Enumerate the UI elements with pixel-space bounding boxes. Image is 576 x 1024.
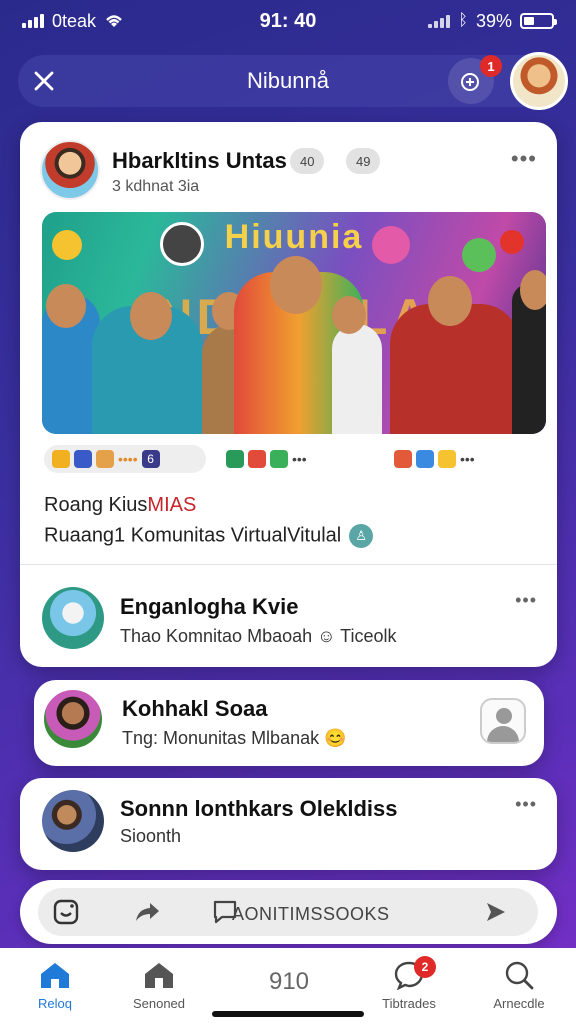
- signal-icon: [22, 14, 44, 28]
- store-icon: [145, 963, 173, 988]
- composer-placeholder[interactable]: AONITIMSSOOKS: [232, 904, 390, 925]
- tab-label: Reloq: [38, 996, 72, 1011]
- camera-icon: [53, 899, 79, 925]
- send-button[interactable]: [480, 896, 510, 928]
- tab-store[interactable]: Senoned: [104, 948, 214, 1024]
- divider: [20, 564, 557, 565]
- bluetooth-icon: ᛒ: [458, 12, 468, 29]
- row-avatar[interactable]: [42, 790, 104, 852]
- reaction-chip[interactable]: •••• 6: [44, 445, 206, 473]
- notification-icon: [461, 73, 479, 91]
- post-card: Hbarkltins Untas 40 49 ••• 3 kdhnat 3ia …: [20, 122, 557, 667]
- close-icon: [34, 71, 54, 91]
- search-icon: [505, 961, 534, 990]
- tab-home[interactable]: Reloq: [0, 948, 110, 1024]
- share-button[interactable]: [130, 896, 164, 928]
- section-subtitle-text: Ruaang1 Komunitas VirtualVitulal: [44, 524, 342, 547]
- user-placeholder-icon[interactable]: [480, 698, 526, 744]
- section-title-accent: MIAS: [147, 494, 197, 516]
- post-author[interactable]: Hbarkltins Untas: [112, 148, 287, 174]
- more-options-button[interactable]: •••: [515, 794, 537, 815]
- row-avatar[interactable]: [42, 587, 104, 649]
- send-icon: [487, 903, 505, 921]
- tab-label: Arnecdle: [493, 996, 545, 1011]
- tab-label: 910: [268, 968, 310, 995]
- clock: 91: 40: [259, 9, 317, 32]
- author-avatar[interactable]: [40, 140, 100, 200]
- section-subtitle: Ruaang1 Komunitas VirtualVitulal ♙: [44, 524, 374, 548]
- camera-button[interactable]: [50, 896, 82, 928]
- home-icon: [41, 963, 69, 988]
- battery-percent: 39%: [475, 10, 512, 31]
- list-card[interactable]: Kohhakl Soaa Tng: Monunitas Mlbanak 😊: [34, 680, 544, 766]
- verified-icon: ♙: [349, 524, 374, 548]
- reaction-chip[interactable]: •••: [218, 445, 315, 473]
- top-bar: Nibunnå 1: [18, 52, 568, 110]
- row-title[interactable]: Enganlogha Kvie: [120, 594, 298, 620]
- home-indicator: [212, 1011, 364, 1017]
- wifi-icon: [106, 15, 122, 27]
- tab-chat[interactable]: 2 Tibtrades: [354, 948, 464, 1024]
- section-title-main: Roang Kius: [44, 494, 148, 516]
- reaction-chip[interactable]: •••: [386, 445, 483, 473]
- tab-label: Tibtrades: [382, 996, 436, 1011]
- profile-avatar[interactable]: [510, 52, 568, 110]
- share-icon: [136, 903, 159, 921]
- status-bar: 0teak 91: 40 ᛒ 39%: [0, 0, 576, 42]
- cell-signal-icon: [428, 14, 451, 28]
- list-card[interactable]: Sonnn lonthkars Olekldiss ••• Sioonth: [20, 778, 557, 870]
- reaction-more: •••: [292, 451, 307, 467]
- tab-label: Senoned: [132, 996, 186, 1011]
- post-subtitle: 3 kdhnat 3ia: [112, 178, 200, 195]
- row-title[interactable]: Kohhakl Soaa: [122, 696, 267, 722]
- section-title: Roang KiusMIAS: [44, 494, 196, 517]
- notification-badge: 1: [480, 55, 502, 77]
- more-options-button[interactable]: •••: [515, 590, 537, 611]
- carrier-label: 0teak: [52, 10, 97, 31]
- tab-search[interactable]: Arnecdle: [464, 948, 574, 1024]
- close-button[interactable]: [18, 55, 70, 107]
- notifications-button[interactable]: 1: [448, 55, 502, 104]
- row-subtitle: Sioonth: [120, 826, 182, 846]
- battery-icon: [520, 13, 557, 29]
- reaction-count: 6: [141, 450, 160, 468]
- reaction-row: •••• 6 ••• •••: [42, 442, 546, 476]
- row-subtitle: Thao Komnitao Mbaoah ☺ Ticeolk: [120, 626, 397, 646]
- tag-pill[interactable]: 49: [346, 148, 381, 174]
- chat-badge: 2: [414, 956, 436, 978]
- row-subtitle: Tng: Monunitas Mlbanak 😊: [122, 728, 347, 748]
- more-options-button[interactable]: •••: [511, 146, 537, 172]
- row-title[interactable]: Sonnn lonthkars Olekldiss: [120, 796, 398, 822]
- reaction-more: •••: [460, 451, 475, 467]
- post-image[interactable]: Hiuunia NDNHALA: [42, 212, 546, 434]
- row-avatar[interactable]: [42, 688, 104, 750]
- tag-pill[interactable]: 40: [290, 148, 325, 174]
